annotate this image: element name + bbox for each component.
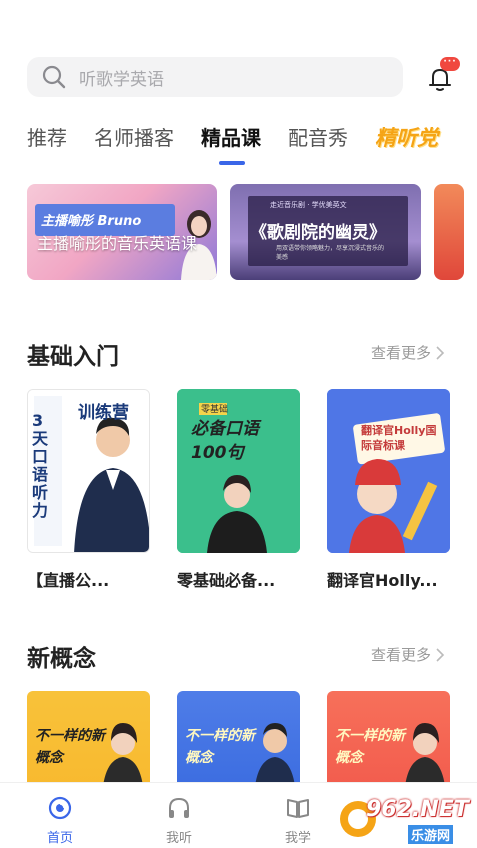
active-tab-indicator (219, 161, 245, 165)
course-title-oral[interactable]: 零基础必备... (177, 567, 307, 591)
watermark-brand: 962.NET (366, 797, 469, 822)
search-bar[interactable]: 听歌学英语 (27, 57, 403, 97)
home-icon (48, 796, 72, 820)
section-title-new-concept: 新概念 (27, 646, 96, 672)
course-title-live[interactable]: 【直播公... (27, 567, 157, 591)
search-placeholder: 听歌学英语 (79, 69, 164, 90)
course-title-holly[interactable]: 翻译官Holly... (327, 567, 457, 591)
headphones-icon (169, 797, 189, 818)
cover-art-oral (177, 389, 300, 553)
banner-top-text: 走近音乐剧 · 学优美英文 (270, 201, 347, 209)
watermark-sub: 乐游网 (408, 825, 454, 844)
chevron-right-icon (436, 345, 445, 360)
banner-caption: 主播喻彤的音乐英语课 (37, 234, 198, 253)
banner-partial[interactable] (434, 184, 464, 280)
cover-art-holly (327, 389, 450, 553)
banner-music-english[interactable]: 主播喻彤 Bruno 主播喻彤的音乐英语课 (27, 184, 217, 280)
course-cover-live[interactable]: 训练营 3天口语听力 (27, 389, 150, 553)
nav-listen[interactable]: 我听 (149, 795, 209, 846)
cover-oral-title: 必备口语100句 (191, 419, 259, 463)
cover-nce-3-title: 不一样的新概念 (335, 728, 405, 766)
banner-bottom-text: 用双语带你领略魅力，尽享沉浸式音乐的美感 (276, 245, 385, 261)
app-screen: 听歌学英语 ··· 推荐 名师播客 精品课 配音秀 精听党 主播喻彤 Bruno… (0, 0, 477, 848)
search-icon (42, 65, 66, 89)
nav-learn[interactable]: 我学 (268, 795, 328, 846)
cover-live-title: 训练营 (78, 403, 129, 423)
section-title-basics: 基础入门 (27, 344, 119, 370)
cover-live-big: 3天口语听力 (32, 411, 49, 520)
course-cover-holly[interactable]: 翻译官Holly国际音标课 (327, 389, 450, 553)
site-watermark: 962.NET 乐游网 (336, 795, 476, 845)
chevron-right-icon (436, 647, 445, 662)
notification-badge: ··· (440, 57, 460, 71)
banner-phantom-opera[interactable]: 走近音乐剧 · 学优美英文 《歌剧院的幽灵》 用双语带你领略魅力，尽享沉浸式音乐… (230, 184, 421, 280)
notification-button[interactable]: ··· (424, 57, 460, 95)
tab-recommend[interactable]: 推荐 (27, 124, 67, 152)
tab-podcast[interactable]: 名师播客 (94, 124, 174, 152)
banner-host-name: 主播喻彤 Bruno (41, 214, 142, 229)
nav-home[interactable]: 首页 (30, 795, 90, 846)
course-cover-oral[interactable]: 零基础 必备口语100句 (177, 389, 300, 553)
banner-title: 《歌剧院的幽灵》 (250, 223, 386, 243)
tab-dubbing[interactable]: 配音秀 (288, 124, 348, 152)
category-tabs: 推荐 名师播客 精品课 配音秀 精听党 (27, 124, 465, 165)
see-more-new-concept[interactable]: 查看更多 (371, 644, 445, 665)
cover-nce-1-title: 不一样的新概念 (35, 728, 105, 766)
book-icon (287, 799, 309, 818)
cover-oral-tag: 零基础 (201, 405, 229, 415)
tab-premium-course[interactable]: 精品课 (201, 124, 261, 165)
cover-nce-2-title: 不一样的新概念 (185, 728, 255, 766)
cover-holly-title: 翻译官Holly国际音标课 (361, 424, 437, 452)
see-more-basics[interactable]: 查看更多 (371, 342, 445, 363)
tab-intensive-listening[interactable]: 精听党 (375, 124, 438, 152)
